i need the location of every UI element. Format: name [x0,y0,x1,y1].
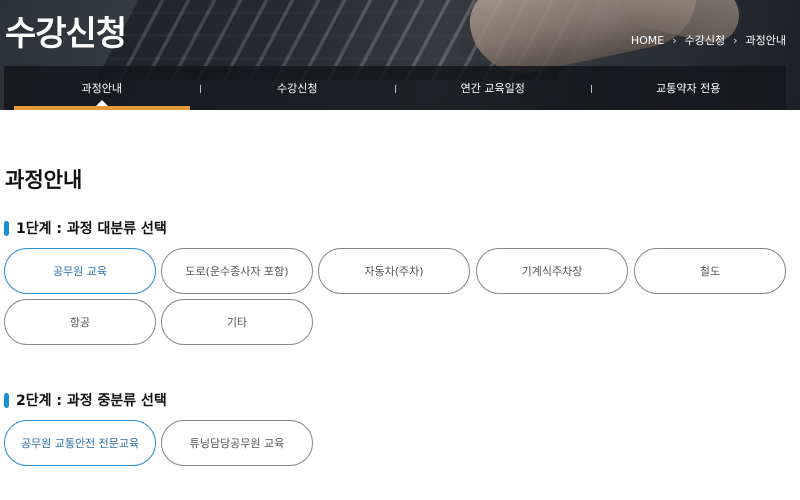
category-option[interactable]: 철도 [634,248,786,294]
step2-heading-text: 2단계 : 과정 중분류 선택 [16,393,167,409]
chevron-right-icon: › [672,33,677,47]
category-option[interactable]: 도로(운수종사자 포함) [161,248,313,294]
tab-annual-schedule[interactable]: 연간 교육일정 [395,66,591,110]
step1-heading: 1단계 : 과정 대분류 선택 [4,218,167,238]
tab-label: 교통약자 전용 [656,82,721,95]
heading-bar-icon [4,392,9,408]
subcategory-option[interactable]: 튜닝담당공무원 교육 [161,420,313,466]
page-title: 과정안내 [5,168,83,192]
step2-heading: 2단계 : 과정 중분류 선택 [4,390,167,410]
tab-label: 수강신청 [277,82,318,95]
caret-up-icon [95,100,108,106]
tab-label: 과정안내 [81,82,122,95]
category-option[interactable]: 자동차(주차) [318,248,470,294]
heading-bar-icon [4,220,9,236]
breadcrumb-enrollment[interactable]: 수강신청 [685,32,725,48]
step1-heading-text: 1단계 : 과정 대분류 선택 [16,221,167,237]
tab-course-guide[interactable]: 과정안내 [4,66,200,110]
hero-title: 수강신청 [5,14,127,54]
tab-accessible-transport[interactable]: 교통약자 전용 [590,66,787,110]
category-option[interactable]: 기계식주차장 [476,248,628,294]
tab-enrollment[interactable]: 수강신청 [199,66,396,110]
chevron-right-icon: › [733,33,738,47]
hero-banner: 수강신청 HOME › 수강신청 › 과정안내 과정안내 수강신청 연간 교육일… [0,0,800,110]
tab-bar: 과정안내 수강신청 연간 교육일정 교통약자 전용 [4,66,786,110]
breadcrumb-course-guide[interactable]: 과정안내 [746,32,786,48]
tab-label: 연간 교육일정 [460,82,525,95]
category-option[interactable]: 공무원 교육 [4,248,156,294]
subcategory-option[interactable]: 공무원 교통안전 전문교육 [4,420,156,466]
category-option[interactable]: 기타 [161,299,313,345]
breadcrumb: HOME › 수강신청 › 과정안내 [631,32,786,48]
category-option[interactable]: 항공 [4,299,156,345]
breadcrumb-home[interactable]: HOME [631,34,664,47]
